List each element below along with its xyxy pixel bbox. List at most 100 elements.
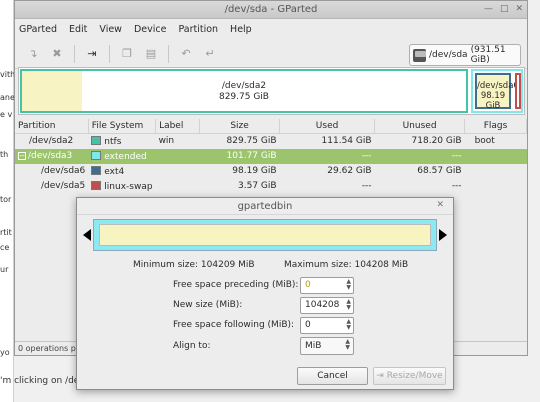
spinner-arrows-icon[interactable]: ▲ ▼: [346, 319, 351, 331]
device-name: /dev/sda: [429, 50, 468, 60]
col-label[interactable]: Label: [155, 119, 201, 134]
cell-used: ---: [361, 181, 372, 191]
graph-partition-sda2[interactable]: /dev/sda2 829.75 GiB: [20, 69, 468, 113]
spinner-arrows-icon[interactable]: ▲ ▼: [346, 299, 351, 311]
delete-partition-icon[interactable]: ✖: [47, 44, 67, 64]
copy-icon[interactable]: ❐: [117, 44, 137, 64]
cell-size: 101.77 GiB: [199, 148, 280, 164]
resize-move-icon: ⇥: [376, 371, 384, 381]
cell-partition: /dev/sda6: [41, 166, 86, 176]
close-icon[interactable]: ✕: [515, 4, 523, 14]
close-icon[interactable]: ✕: [436, 200, 444, 210]
free-following-label: Free space following (MiB):: [173, 320, 295, 330]
cell-used: 111.54 GiB: [321, 136, 372, 147]
menu-help[interactable]: Help: [230, 24, 252, 35]
cell-fs: ntfs: [88, 134, 155, 149]
resize-slider[interactable]: [83, 219, 447, 253]
cell-flags: [465, 164, 527, 179]
menu-edit[interactable]: Edit: [69, 24, 87, 35]
left-handle-icon[interactable]: [83, 229, 91, 241]
resize-move-dialog: gpartedbin ✕ Minimum size: 104209 MiB Ma…: [76, 197, 454, 390]
device-selector[interactable]: /dev/sda (931.51 GiB): [409, 44, 521, 66]
bg-question-text: 'm clicking on /dev: [0, 376, 85, 386]
menu-device[interactable]: Device: [134, 24, 167, 35]
dialog-title-bar[interactable]: gpartedbin ✕: [77, 198, 453, 215]
cell-label: [156, 179, 200, 194]
combo-arrows-icon: ▲ ▼: [345, 338, 350, 351]
cell-label: win: [158, 136, 175, 147]
cell-unused: 718.20 GiB: [411, 136, 462, 147]
cell-fs: ext4: [88, 164, 155, 179]
apply-icon[interactable]: ↵: [200, 44, 220, 64]
cancel-button[interactable]: Cancel: [297, 367, 368, 385]
right-handle-icon[interactable]: [439, 229, 447, 241]
fs-color-swatch: [91, 135, 102, 145]
new-size-spinner[interactable]: 104208 ▲ ▼: [300, 297, 354, 314]
window-title: /dev/sda - GParted: [224, 4, 318, 15]
cell-flags: [464, 148, 527, 164]
bg-text: tor: [0, 195, 12, 204]
toolbar: ↴ ✖ ⇥ ❐ ▤ ↶ ↵ /dev/sda (931.51 GiB): [15, 39, 527, 69]
new-size-label: New size (MiB):: [173, 300, 243, 310]
table-row-selected[interactable]: −/dev/sda3 extended 101.77 GiB --- ---: [15, 148, 527, 164]
cell-flags: [465, 179, 527, 194]
align-to-select[interactable]: MiB ▲ ▼: [300, 337, 354, 355]
graph-partition-sda5[interactable]: [515, 73, 521, 109]
title-bar[interactable]: /dev/sda - GParted — □ ✕: [15, 1, 527, 19]
cell-unused: 68.57 GiB: [417, 166, 462, 176]
cell-partition: /dev/sda5: [41, 181, 86, 191]
col-filesystem[interactable]: File System: [88, 119, 157, 134]
cell-unused: ---: [451, 181, 462, 191]
bg-text: rtit: [0, 228, 12, 237]
cell-size: 829.75 GiB: [226, 136, 277, 147]
fs-color-swatch: [91, 150, 102, 160]
collapse-icon[interactable]: −: [18, 152, 26, 160]
bg-text: ane: [0, 93, 15, 102]
bg-text: yo: [0, 348, 10, 357]
partition-resize-bar[interactable]: [93, 219, 437, 251]
table-row[interactable]: /dev/sda5 linux-swap 3.57 GiB --- ---: [15, 179, 527, 194]
fs-color-swatch: [91, 180, 102, 190]
menu-bar: GParted Edit View Device Partition Help: [15, 19, 527, 39]
menu-gparted[interactable]: GParted: [19, 24, 57, 35]
graph-partition-extended[interactable]: /dev/sda6 98.19 GiB: [471, 69, 523, 113]
resize-move-button[interactable]: ⇥ Resize/Move: [373, 367, 446, 385]
bg-text: e v: [0, 110, 13, 119]
resize-move-icon[interactable]: ⇥: [82, 44, 102, 64]
graph-sda6-name: /dev/sda6: [477, 81, 519, 91]
device-size: (931.51 GiB): [470, 45, 506, 65]
col-size[interactable]: Size: [199, 119, 281, 134]
hard-disk-icon: [413, 48, 426, 62]
cell-used: 29.62 GiB: [327, 166, 372, 176]
menu-partition[interactable]: Partition: [178, 24, 218, 35]
menu-view[interactable]: View: [99, 24, 122, 35]
fs-color-swatch: [91, 165, 102, 175]
graph-partition-sda6[interactable]: /dev/sda6 98.19 GiB: [475, 73, 519, 111]
free-following-spinner[interactable]: 0 ▲ ▼: [300, 317, 354, 334]
cell-partition: /dev/sda2: [29, 136, 74, 147]
table-row[interactable]: /dev/sda6 ext4 98.19 GiB 29.62 GiB 68.57…: [15, 164, 527, 179]
minimize-icon[interactable]: —: [484, 4, 493, 14]
bg-text: vith: [0, 70, 16, 79]
cell-fs: linux-swap: [88, 179, 155, 194]
cell-size: 3.57 GiB: [238, 181, 277, 191]
cell-fs: extended: [88, 148, 156, 164]
col-flags[interactable]: Flags: [464, 119, 527, 134]
graph-sda2-size: 829.75 GiB: [218, 92, 269, 102]
paste-icon[interactable]: ▤: [141, 44, 161, 64]
cell-size: 98.19 GiB: [232, 166, 277, 176]
cell-flags: boot: [474, 136, 495, 147]
maximize-icon[interactable]: □: [500, 4, 509, 14]
col-partition[interactable]: Partition: [15, 119, 89, 134]
col-unused[interactable]: Unused: [374, 119, 466, 134]
bg-text: ce: [0, 243, 10, 252]
free-preceding-label: Free space preceding (MiB):: [173, 280, 299, 290]
spinner-arrows-icon[interactable]: ▲ ▼: [346, 279, 351, 291]
table-row[interactable]: /dev/sda2 ntfs win 829.75 GiB 111.54 GiB…: [15, 134, 527, 149]
free-preceding-spinner[interactable]: 0 ▲ ▼: [300, 277, 354, 294]
new-partition-icon[interactable]: ↴: [23, 44, 43, 64]
col-used[interactable]: Used: [279, 119, 376, 134]
partition-table: Partition File System Label Size Used Un…: [15, 119, 527, 194]
undo-icon[interactable]: ↶: [176, 44, 196, 64]
graph-sda2-name: /dev/sda2: [221, 81, 267, 91]
